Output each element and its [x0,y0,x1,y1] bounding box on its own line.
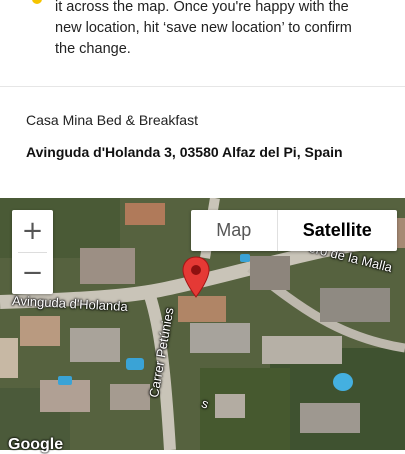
map-pin-icon[interactable] [182,256,210,298]
instructions-line: new location, hit ‘save new location’ to… [55,20,352,36]
bullet-dot-icon [32,0,42,4]
zoom-out-button[interactable]: − [12,252,53,294]
instructions-text: it across the map. Once you're happy wit… [55,0,395,60]
instructions: it across the map. Once you're happy wit… [0,0,405,72]
zoom-in-button[interactable]: + [12,210,53,252]
google-logo: Google [8,436,64,453]
instructions-line: it across the map. Once you're happy wit… [55,0,349,15]
instructions-line: the change. [55,41,131,57]
property-name: Casa Mina Bed & Breakfast [26,112,198,128]
zoom-control: + − [12,210,53,294]
divider [0,86,405,87]
map-type-control: Map Satellite [191,210,397,251]
map-type-map-button[interactable]: Map [191,210,278,251]
property-address: Avinguda d'Holanda 3, 03580 Alfaz del Pi… [26,144,343,160]
map-type-satellite-button[interactable]: Satellite [278,210,397,251]
